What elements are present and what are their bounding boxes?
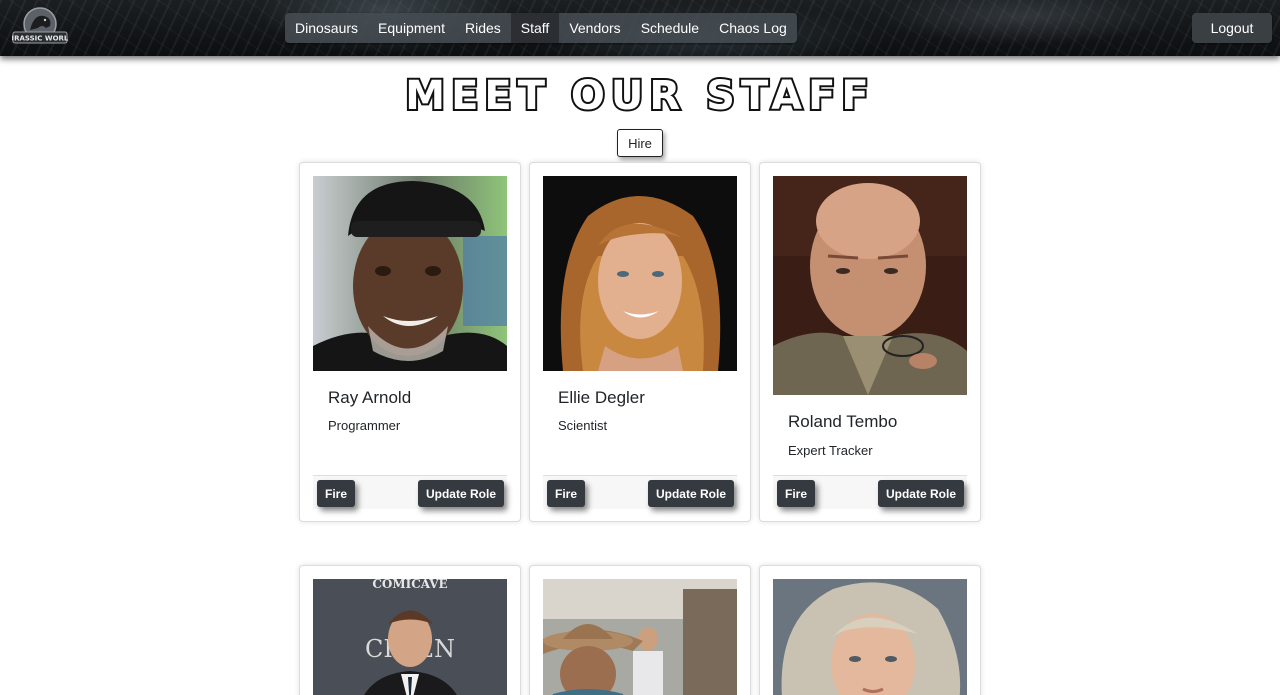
fire-button[interactable]: Fire: [777, 480, 815, 507]
top-navbar: JURASSIC WORLD Dinosaurs Equipment Rides…: [0, 0, 1280, 56]
nav-item-staff[interactable]: Staff: [510, 13, 560, 43]
hire-button[interactable]: Hire: [617, 129, 663, 157]
staff-card: COMICAVE CIT EN: [299, 565, 521, 695]
staff-portrait-cowboy-hat: [543, 579, 737, 695]
card-footer: Fire Update Role: [543, 475, 737, 509]
staff-name: Ellie Degler: [558, 388, 645, 407]
roland-tembo-portrait: [773, 176, 967, 395]
staff-card: Ellie Degler Scientist Fire Update Role: [529, 162, 751, 522]
staff-card: Roland Tembo Expert Tracker Fire Update …: [759, 162, 981, 522]
staff-name: Ray Arnold: [328, 388, 412, 407]
staff-portrait-blonde-child: [773, 579, 967, 695]
nav-item-schedule[interactable]: Schedule: [631, 13, 709, 43]
ellie-degler-portrait: [543, 176, 737, 371]
nav-item-equipment[interactable]: Equipment: [368, 13, 455, 43]
update-role-button[interactable]: Update Role: [878, 480, 964, 507]
logout-button[interactable]: Logout: [1192, 13, 1272, 43]
nav-item-dinosaurs[interactable]: Dinosaurs: [285, 13, 368, 43]
staff-portrait-suit-comicave: COMICAVE CIT EN: [313, 579, 507, 695]
svg-text:JURASSIC WORLD: JURASSIC WORLD: [12, 35, 68, 43]
card-footer: Fire Update Role: [313, 475, 507, 509]
jurassic-world-logo[interactable]: JURASSIC WORLD: [12, 6, 68, 48]
fire-button[interactable]: Fire: [317, 480, 355, 507]
nav-item-rides[interactable]: Rides: [455, 13, 511, 43]
staff-role: Scientist: [558, 418, 608, 433]
main-nav: Dinosaurs Equipment Rides Staff Vendors …: [285, 13, 797, 43]
staff-card: [529, 565, 751, 695]
staff-card: Ray Arnold Programmer Fire Update Role: [299, 162, 521, 522]
nav-item-chaos-log[interactable]: Chaos Log: [709, 13, 797, 43]
update-role-button[interactable]: Update Role: [648, 480, 734, 507]
staff-card: [759, 565, 981, 695]
staff-role: Expert Tracker: [788, 443, 873, 458]
staff-name: Roland Tembo: [788, 412, 898, 431]
update-role-button[interactable]: Update Role: [418, 480, 504, 507]
svg-text:COMICAVE: COMICAVE: [372, 579, 447, 591]
page-title: Meet Our Staff: [403, 72, 875, 120]
nav-item-vendors[interactable]: Vendors: [559, 13, 630, 43]
staff-role: Programmer: [328, 418, 401, 433]
card-footer: Fire Update Role: [773, 475, 967, 509]
ray-arnold-portrait: [313, 176, 507, 371]
fire-button[interactable]: Fire: [547, 480, 585, 507]
